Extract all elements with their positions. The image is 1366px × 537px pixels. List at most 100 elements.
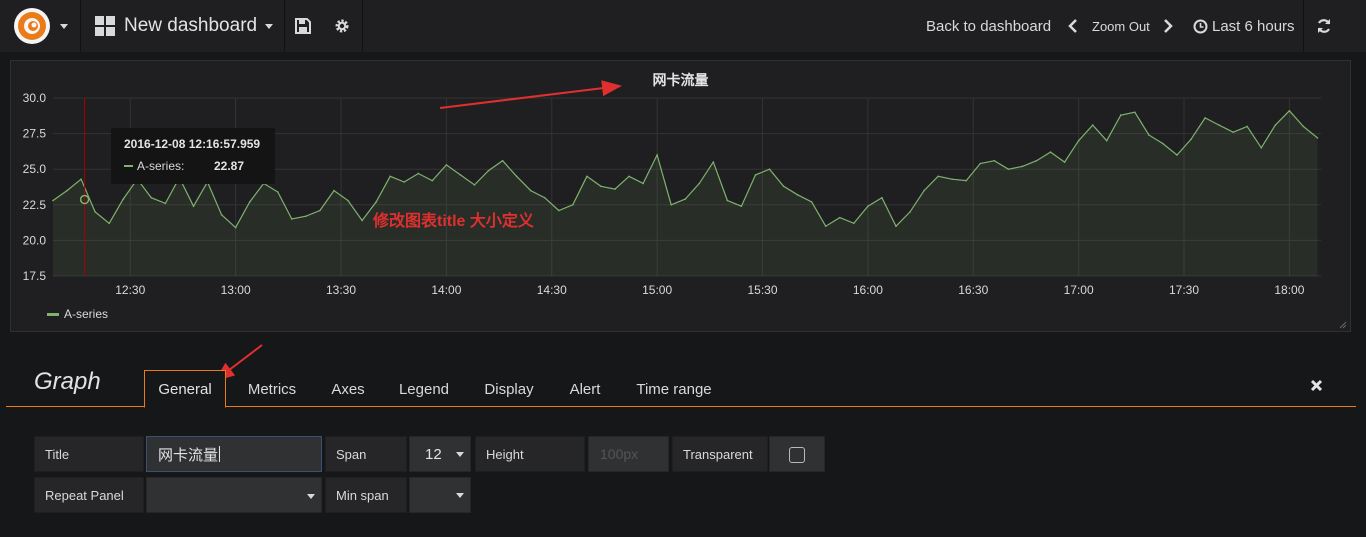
line-chart[interactable]: 17.5 20.0 22.5 25.0 27.5 30.0 12:30 13:00 13:30 1… bbox=[11, 61, 1350, 331]
height-label: Height bbox=[475, 436, 585, 472]
panel-type-label: Graph bbox=[34, 368, 101, 395]
refresh-icon bbox=[1317, 19, 1331, 33]
tab-legend[interactable]: Legend bbox=[388, 372, 460, 406]
zoom-out-button[interactable]: Zoom Out bbox=[1092, 0, 1150, 52]
gear-icon bbox=[335, 19, 349, 33]
save-button[interactable] bbox=[283, 0, 323, 52]
data-point bbox=[782, 185, 785, 188]
data-point bbox=[1049, 151, 1052, 153]
data-point bbox=[993, 159, 996, 162]
chevron-down-icon bbox=[60, 23, 68, 29]
data-point bbox=[1105, 139, 1108, 142]
dashboard-picker-button[interactable]: New dashboard bbox=[82, 0, 282, 52]
data-point bbox=[726, 199, 729, 202]
chevron-down-icon bbox=[456, 452, 464, 457]
text-cursor bbox=[219, 446, 221, 462]
data-point bbox=[867, 205, 869, 208]
repeat-panel-select[interactable] bbox=[146, 477, 322, 513]
title-label: Title bbox=[34, 436, 144, 472]
x-tick-label: 17:30 bbox=[1169, 283, 1199, 297]
graph-tooltip: 2016-12-08 12:16:57.959 A-series: 22.87 bbox=[111, 128, 275, 184]
data-point bbox=[1302, 125, 1305, 128]
resize-handle-icon[interactable] bbox=[1339, 321, 1347, 329]
y-tick-label: 30.0 bbox=[23, 91, 47, 105]
data-point bbox=[979, 162, 982, 165]
data-point bbox=[1260, 147, 1263, 149]
title-input-value: 网卡流量 bbox=[158, 446, 219, 464]
data-point bbox=[670, 204, 672, 206]
data-point bbox=[291, 218, 293, 220]
divider bbox=[362, 0, 363, 52]
zoom-forward-button[interactable] bbox=[1163, 0, 1173, 52]
data-point bbox=[66, 189, 68, 192]
tab-alert[interactable]: Alert bbox=[558, 372, 612, 406]
data-point bbox=[600, 185, 602, 188]
data-point bbox=[768, 168, 771, 170]
panel-title[interactable]: 网卡流量 bbox=[11, 70, 1350, 90]
chevron-down-icon bbox=[265, 23, 274, 29]
data-point bbox=[796, 194, 799, 196]
back-to-dashboard-link[interactable]: Back to dashboard bbox=[926, 0, 1051, 52]
data-point bbox=[473, 184, 476, 186]
x-tick-label: 16:30 bbox=[958, 283, 988, 297]
tab-general[interactable]: General bbox=[144, 370, 226, 408]
data-point bbox=[1134, 111, 1136, 114]
top-navbar: New dashboard Back to dashboard Zoom Out… bbox=[0, 0, 1366, 52]
data-point bbox=[1007, 168, 1010, 170]
data-point bbox=[347, 199, 349, 202]
data-point bbox=[333, 189, 335, 192]
data-point bbox=[1232, 131, 1234, 133]
data-point bbox=[923, 189, 925, 192]
data-point bbox=[1204, 117, 1206, 119]
tab-time-range[interactable]: Time range bbox=[624, 372, 724, 406]
data-point bbox=[487, 169, 490, 172]
data-point bbox=[501, 159, 504, 162]
data-point bbox=[417, 172, 420, 175]
title-input[interactable]: 网卡流量 bbox=[146, 436, 322, 472]
span-select[interactable]: 12 bbox=[409, 436, 471, 472]
tooltip-value: 22.87 bbox=[214, 159, 245, 173]
span-select-value: 12 bbox=[425, 445, 442, 463]
height-input[interactable]: 100px bbox=[588, 436, 669, 472]
data-point bbox=[965, 179, 968, 182]
settings-button[interactable] bbox=[322, 0, 362, 52]
data-point bbox=[628, 175, 630, 178]
graph-panel[interactable]: 17.5 20.0 22.5 25.0 27.5 30.0 12:30 13:00 13:30 1… bbox=[10, 60, 1351, 332]
y-tick-label: 25.0 bbox=[23, 162, 47, 176]
data-point bbox=[403, 181, 406, 183]
data-point bbox=[431, 179, 434, 182]
refresh-button[interactable] bbox=[1304, 0, 1344, 52]
panel-editor-header: Graph General Metrics Axes Legend Displa… bbox=[0, 352, 1366, 408]
min-span-select[interactable] bbox=[409, 477, 471, 513]
data-point bbox=[220, 213, 223, 216]
data-point bbox=[1190, 138, 1192, 141]
data-point bbox=[319, 209, 321, 212]
data-point bbox=[712, 161, 715, 163]
x-tick-label: 18:00 bbox=[1274, 283, 1304, 297]
clock-icon bbox=[1193, 19, 1208, 33]
tab-metrics[interactable]: Metrics bbox=[236, 372, 308, 406]
data-point bbox=[572, 204, 574, 206]
transparent-checkbox-wrapper[interactable] bbox=[769, 436, 825, 472]
data-point bbox=[389, 175, 391, 178]
time-range-picker[interactable]: Last 6 hours bbox=[1193, 0, 1295, 52]
dashboard-title: New dashboard bbox=[124, 15, 258, 36]
transparent-checkbox[interactable] bbox=[789, 447, 805, 463]
data-point bbox=[754, 174, 757, 176]
zoom-back-button[interactable] bbox=[1068, 0, 1078, 52]
tab-axes[interactable]: Axes bbox=[320, 372, 376, 406]
divider bbox=[80, 0, 81, 52]
close-editor-button[interactable] bbox=[1310, 376, 1323, 397]
series-color-swatch bbox=[47, 312, 59, 316]
data-point bbox=[1063, 161, 1066, 163]
data-point bbox=[1288, 110, 1291, 112]
tooltip-time: 2016-12-08 12:16:57.959 bbox=[124, 137, 261, 151]
series-color-swatch bbox=[124, 165, 133, 167]
tooltip-series-row: A-series: 22.87 bbox=[124, 159, 244, 173]
close-icon bbox=[1310, 379, 1323, 392]
data-point bbox=[838, 216, 841, 219]
grafana-menu-button[interactable] bbox=[0, 0, 80, 52]
x-tick-label: 15:00 bbox=[642, 283, 672, 297]
legend-item-a-series[interactable]: A-series bbox=[47, 307, 108, 321]
tab-display[interactable]: Display bbox=[472, 372, 546, 406]
